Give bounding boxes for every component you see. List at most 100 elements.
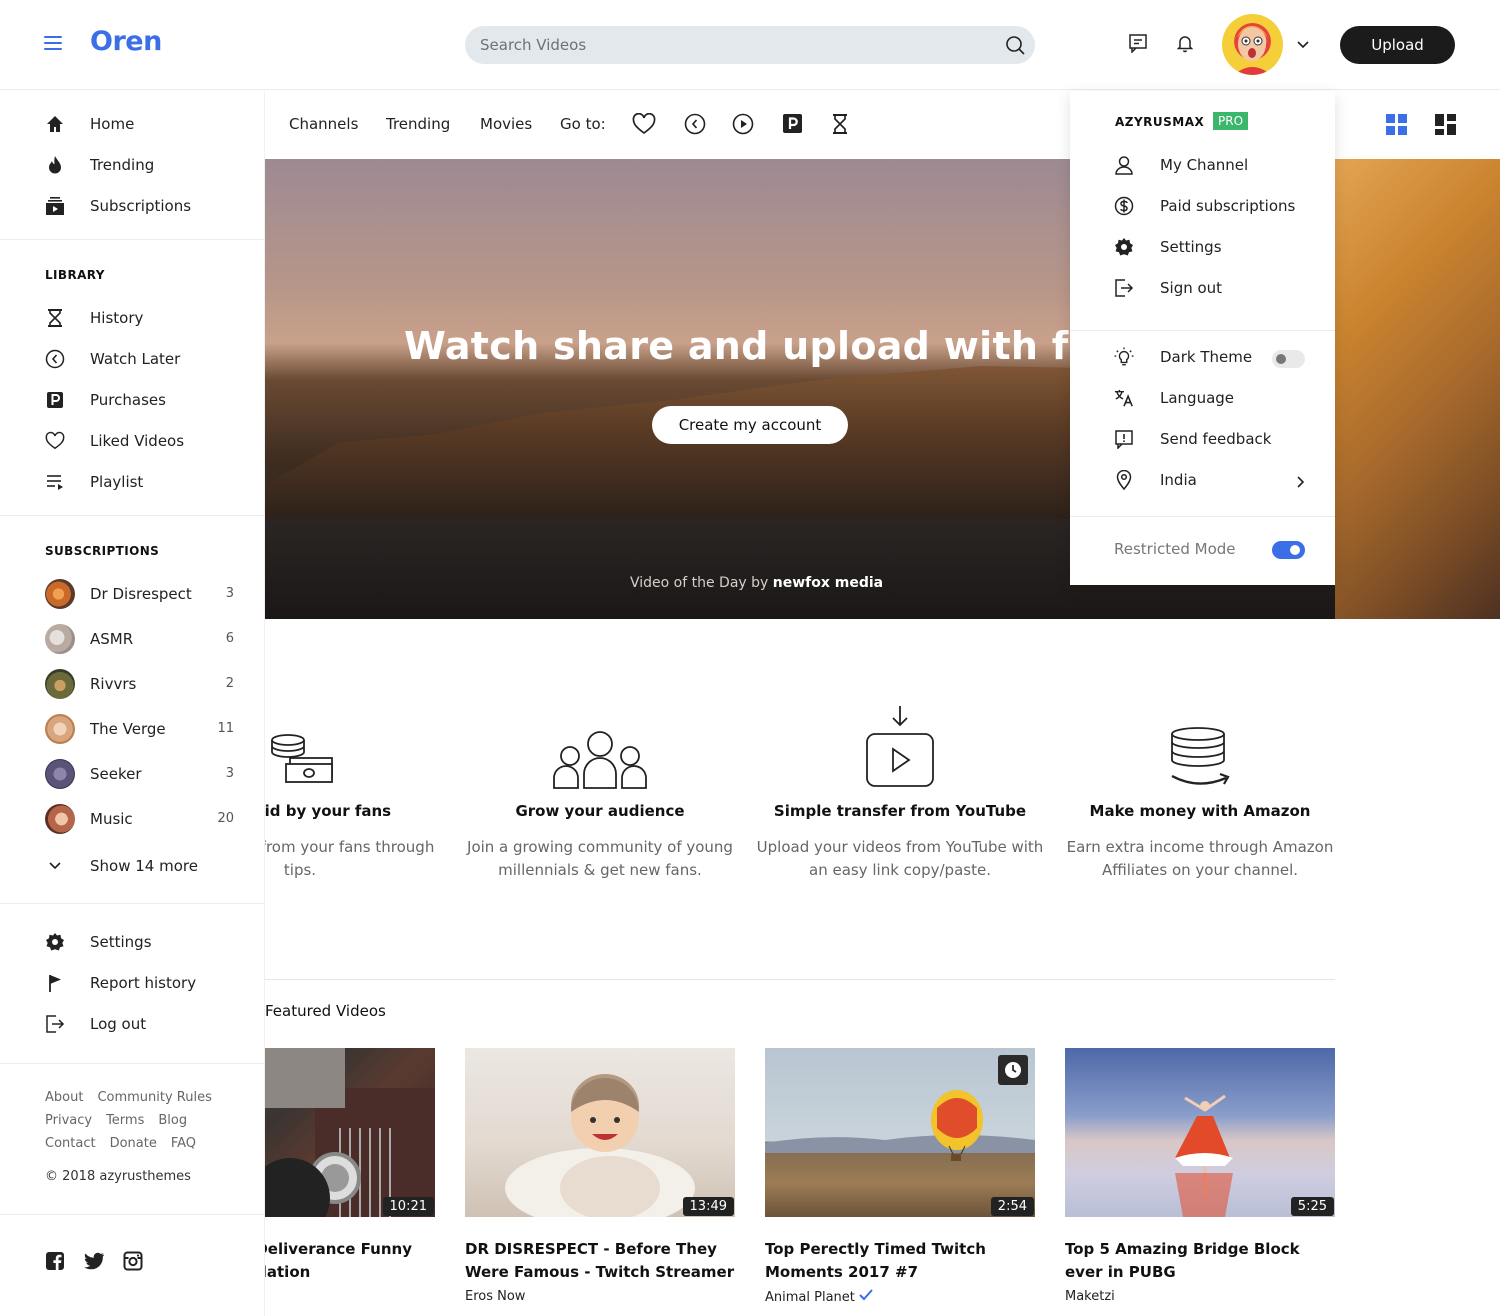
subscription-item[interactable]: Dr Disrespect 3 (0, 571, 264, 616)
subscription-item[interactable]: Music 20 (0, 796, 264, 841)
sidebar-item-subscriptions[interactable]: Subscriptions (0, 185, 264, 226)
video-thumbnail[interactable]: 5:25 (1065, 1048, 1335, 1217)
watch-later-icon[interactable] (998, 1055, 1028, 1085)
play-circle-icon[interactable] (732, 113, 754, 135)
sidebar-item-log-out[interactable]: Log out (0, 1003, 264, 1044)
footer-link-blog[interactable]: Blog (158, 1113, 187, 1128)
facebook-icon[interactable] (45, 1251, 65, 1271)
video-title[interactable]: Top 5 Amazing Bridge Block ever in PUBG (1065, 1238, 1335, 1284)
video-title[interactable]: Top Perectly Timed Twitch Moments 2017 #… (765, 1238, 1035, 1284)
sidebar-item-home[interactable]: Home (0, 103, 264, 144)
menu-item-my-channel[interactable]: My Channel (1114, 154, 1314, 176)
footer-link-donate[interactable]: Donate (110, 1136, 157, 1151)
hourglass-icon (45, 308, 65, 328)
search-icon[interactable] (1005, 35, 1025, 55)
message-icon[interactable] (1128, 33, 1148, 53)
subscription-item[interactable]: Seeker 3 (0, 751, 264, 796)
location-pin-icon (1114, 470, 1134, 490)
video-card[interactable]: 5:25 Top 5 Amazing Bridge Block ever in … (1065, 1048, 1335, 1304)
dark-theme-toggle[interactable] (1272, 350, 1305, 368)
feature-amazon: Make money with Amazon Earn extra income… (1050, 690, 1350, 882)
sidebar-item-trending[interactable]: Trending (0, 144, 264, 185)
dropdown-divider (1070, 330, 1335, 331)
subscription-name: Music (90, 809, 133, 828)
video-title[interactable]: DR DISRESPECT - Before They Were Famous … (465, 1238, 735, 1284)
subscription-name: ASMR (90, 629, 134, 648)
menu-item-sign-out[interactable]: Sign out (1114, 277, 1314, 299)
subscription-item[interactable]: ASMR 6 (0, 616, 264, 661)
clock-back-icon[interactable] (684, 113, 706, 135)
avatar (45, 623, 75, 654)
menu-icon[interactable] (44, 36, 62, 52)
playlist-icon (45, 472, 65, 492)
subscription-item[interactable]: Rivvrs 2 (0, 661, 264, 706)
footer-link-faq[interactable]: FAQ (171, 1136, 196, 1151)
dropdown-divider (1070, 516, 1335, 517)
sidebar-library-section: LIBRARY History Watch Later Purchases Li… (0, 240, 264, 516)
video-thumbnail[interactable]: 13:49 (465, 1048, 735, 1217)
sidebar-footer: About Community Rules Privacy Terms Blog Co… (0, 1064, 264, 1215)
instagram-icon[interactable] (123, 1251, 143, 1271)
sidebar-item-purchases[interactable]: Purchases (0, 379, 264, 420)
masonry-view-icon[interactable] (1435, 114, 1456, 135)
footer-link-contact[interactable]: Contact (45, 1136, 96, 1151)
search-bar (465, 26, 1035, 64)
video-channel[interactable]: Eros Now (465, 1289, 735, 1304)
subscription-item[interactable]: The Verge 11 (0, 706, 264, 751)
sidebar-item-label: Report history (90, 973, 197, 992)
show-more-button[interactable]: Show 14 more (0, 841, 264, 891)
footer-link-privacy[interactable]: Privacy (45, 1113, 92, 1128)
clock-back-icon (45, 349, 65, 369)
menu-item-location[interactable]: India (1114, 469, 1314, 491)
grid-view-icon[interactable] (1386, 114, 1407, 135)
create-account-button[interactable]: Create my account (652, 406, 848, 444)
logo[interactable]: Oren (90, 26, 162, 57)
video-card[interactable]: 2:54 Top Perectly Timed Twitch Moments 2… (765, 1048, 1035, 1305)
heart-icon[interactable] (632, 113, 656, 135)
footer-link-terms[interactable]: Terms (106, 1113, 144, 1128)
menu-item-send-feedback[interactable]: Send feedback (1114, 428, 1314, 450)
upload-button[interactable]: Upload (1340, 26, 1455, 64)
translate-icon (1114, 388, 1134, 408)
footer-links: About Community Rules Privacy Terms Blog Co… (0, 1064, 264, 1155)
video-thumbnail[interactable]: 2:54 (765, 1048, 1035, 1217)
video-card[interactable]: 13:49 DR DISRESPECT - Before They Were F… (465, 1048, 735, 1304)
menu-item-paid-subscriptions[interactable]: Paid subscriptions (1114, 195, 1314, 217)
account-dropdown: AZYRUSMAX PRO My Channel Paid subscripti… (1070, 91, 1335, 585)
nav-link-trending[interactable]: Trending (386, 115, 450, 133)
goto-label: Go to: (560, 115, 606, 133)
restricted-mode-toggle[interactable] (1272, 541, 1305, 559)
sidebar-item-playlist[interactable]: Playlist (0, 461, 264, 502)
sidebar-item-liked-videos[interactable]: Liked Videos (0, 420, 264, 461)
video-channel[interactable]: Maketzi (1065, 1289, 1335, 1304)
nav-link-channels[interactable]: Channels (289, 115, 358, 133)
nav-link-movies[interactable]: Movies (480, 115, 532, 133)
bell-icon[interactable] (1175, 33, 1195, 53)
sidebar-item-label: Liked Videos (90, 431, 185, 450)
flag-icon (45, 973, 65, 993)
sidebar-item-settings[interactable]: Settings (0, 921, 264, 962)
menu-item-language[interactable]: Language (1114, 387, 1314, 409)
sidebar-item-watch-later[interactable]: Watch Later (0, 338, 264, 379)
hero-credit: Video of the Day by newfox media (630, 575, 883, 591)
verified-check-icon (859, 1289, 873, 1301)
p-badge-icon[interactable] (782, 113, 803, 134)
video-duration: 5:25 (1290, 1197, 1334, 1216)
twitter-icon[interactable] (83, 1251, 105, 1271)
sidebar-item-history[interactable]: History (0, 297, 264, 338)
hero-credit-name[interactable]: newfox media (773, 575, 883, 591)
subscription-count: 2 (225, 676, 234, 691)
footer-link-about[interactable]: About (45, 1090, 83, 1105)
chevron-right-icon[interactable] (1295, 475, 1307, 489)
chevron-down-icon[interactable] (1296, 38, 1310, 52)
library-heading: LIBRARY (45, 268, 105, 282)
menu-item-settings[interactable]: Settings (1114, 236, 1314, 258)
user-avatar[interactable] (1222, 14, 1283, 75)
sidebar-item-report-history[interactable]: Report history (0, 962, 264, 1003)
footer-link-community-rules[interactable]: Community Rules (97, 1090, 211, 1105)
video-channel[interactable]: Animal Planet (765, 1289, 1035, 1305)
hourglass-icon[interactable] (830, 113, 850, 135)
search-input[interactable] (465, 26, 965, 64)
subscription-name: Rivvrs (90, 674, 137, 693)
feature-title: Simple transfer from YouTube (773, 802, 1027, 820)
